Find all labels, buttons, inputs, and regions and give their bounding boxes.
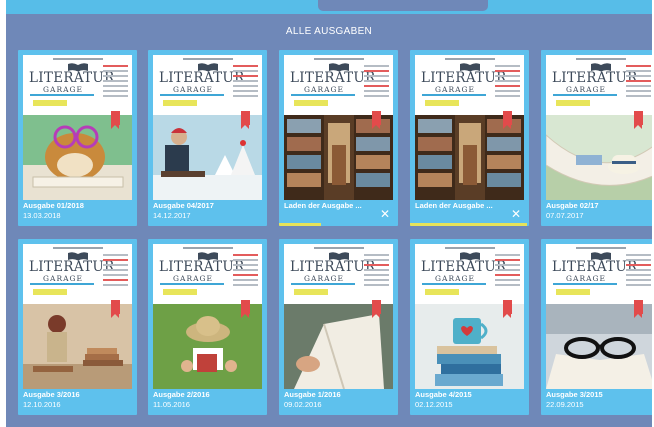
issue-cover[interactable]: LITERATUR GARAGE [546, 244, 652, 389]
issue-cover[interactable]: LITERATUR GARAGE [284, 55, 393, 200]
issue-date: 14.12.2017 [153, 211, 191, 220]
magazine-wordmark: LITERATUR GARAGE [290, 259, 376, 283]
issue-title: Laden der Ausgabe ... [284, 201, 362, 210]
issue-tile-downloading[interactable]: LITERATUR GARAGE Laden der Ausgabe ... ✕ [410, 50, 529, 226]
magazine-wordmark: LITERATUR GARAGE [29, 70, 115, 94]
issue-tile[interactable]: LITERATUR GARAGE Ausgabe 4/2015 02.12.2015 [410, 239, 529, 415]
close-icon[interactable]: ✕ [510, 208, 522, 220]
bookmark-icon [372, 300, 381, 318]
issue-title: Laden der Ausgabe ... [415, 201, 493, 210]
issue-date: 12.10.2016 [23, 400, 61, 409]
issue-title: Ausgabe 3/2016 [23, 390, 80, 399]
bookmark-icon [634, 111, 643, 129]
top-bar [6, 0, 652, 14]
issue-cover[interactable]: LITERATUR GARAGE [284, 244, 393, 389]
issue-title: Ausgabe 3/2015 [546, 390, 603, 399]
issue-title: Ausgabe 1/2016 [284, 390, 341, 399]
close-icon[interactable]: ✕ [379, 208, 391, 220]
bookmark-icon [111, 111, 120, 129]
issue-cover[interactable]: LITERATUR GARAGE [153, 55, 262, 200]
issue-tile[interactable]: LITERATUR GARAGE Ausgabe 3/2015 22.09.2015 [541, 239, 652, 415]
issue-tile[interactable]: LITERATUR GARAGE Ausgabe 2/2016 11.05.2016 [148, 239, 267, 415]
bookmark-icon [503, 111, 512, 129]
bookmark-icon [241, 300, 250, 318]
issue-tile-downloading[interactable]: LITERATUR GARAGE Laden der Ausgabe ... ✕ [279, 50, 398, 226]
issue-tile[interactable]: LITERATUR GARAGE Ausgabe 04/2017 14.12.201… [148, 50, 267, 226]
magazine-wordmark: LITERATUR GARAGE [290, 70, 376, 94]
magazine-wordmark: LITERATUR GARAGE [552, 70, 638, 94]
issue-tile[interactable]: LITERATUR GARAGE Ausgabe 01/2018 13.03.201… [18, 50, 137, 226]
issue-title: Ausgabe 04/2017 [153, 201, 214, 210]
bookmark-icon [634, 300, 643, 318]
magazine-wordmark: LITERATUR GARAGE [159, 259, 245, 283]
bookmark-icon [503, 300, 512, 318]
issue-title: Ausgabe 2/2016 [153, 390, 210, 399]
issue-cover[interactable]: LITERATUR GARAGE [415, 55, 524, 200]
issue-cover[interactable]: LITERATUR GARAGE [546, 55, 652, 200]
issue-cover[interactable]: LITERATUR GARAGE [23, 244, 132, 389]
bookmark-icon [372, 111, 381, 129]
magazine-wordmark: LITERATUR GARAGE [421, 70, 507, 94]
issue-date: 13.03.2018 [23, 211, 61, 220]
app-screen: ALLE AUSGABEN LITERATUR GARAGE Ausgabe 0… [6, 0, 652, 427]
magazine-wordmark: LITERATUR GARAGE [159, 70, 245, 94]
magazine-wordmark: LITERATUR GARAGE [29, 259, 115, 283]
issue-cover[interactable]: LITERATUR GARAGE [153, 244, 262, 389]
bookmark-icon [241, 111, 250, 129]
issue-cover[interactable]: LITERATUR GARAGE [415, 244, 524, 389]
issue-tile[interactable]: LITERATUR GARAGE Ausgabe 02/17 07.07.2017 [541, 50, 652, 226]
search-field[interactable] [318, 0, 488, 11]
magazine-wordmark: LITERATUR GARAGE [552, 259, 638, 283]
bookmark-icon [111, 300, 120, 318]
issue-date: 11.05.2016 [153, 400, 190, 409]
issue-date: 02.12.2015 [415, 400, 453, 409]
issue-date: 09.02.2016 [284, 400, 322, 409]
issue-cover[interactable]: LITERATUR GARAGE [23, 55, 132, 200]
download-progress-bar [279, 223, 321, 226]
issue-tile[interactable]: LITERATUR GARAGE Ausgabe 3/2016 12.10.2016 [18, 239, 137, 415]
issues-grid: LITERATUR GARAGE Ausgabe 01/2018 13.03.201… [18, 50, 652, 427]
issue-date: 22.09.2015 [546, 400, 584, 409]
issue-title: Ausgabe 01/2018 [23, 201, 84, 210]
magazine-wordmark: LITERATUR GARAGE [421, 259, 507, 283]
issue-title: Ausgabe 4/2015 [415, 390, 472, 399]
issue-date: 07.07.2017 [546, 211, 584, 220]
download-progress-bar [410, 223, 527, 226]
issue-title: Ausgabe 02/17 [546, 201, 599, 210]
section-title: ALLE AUSGABEN [285, 26, 373, 37]
issue-tile[interactable]: LITERATUR GARAGE Ausgabe 1/2016 09.02.2016 [279, 239, 398, 415]
